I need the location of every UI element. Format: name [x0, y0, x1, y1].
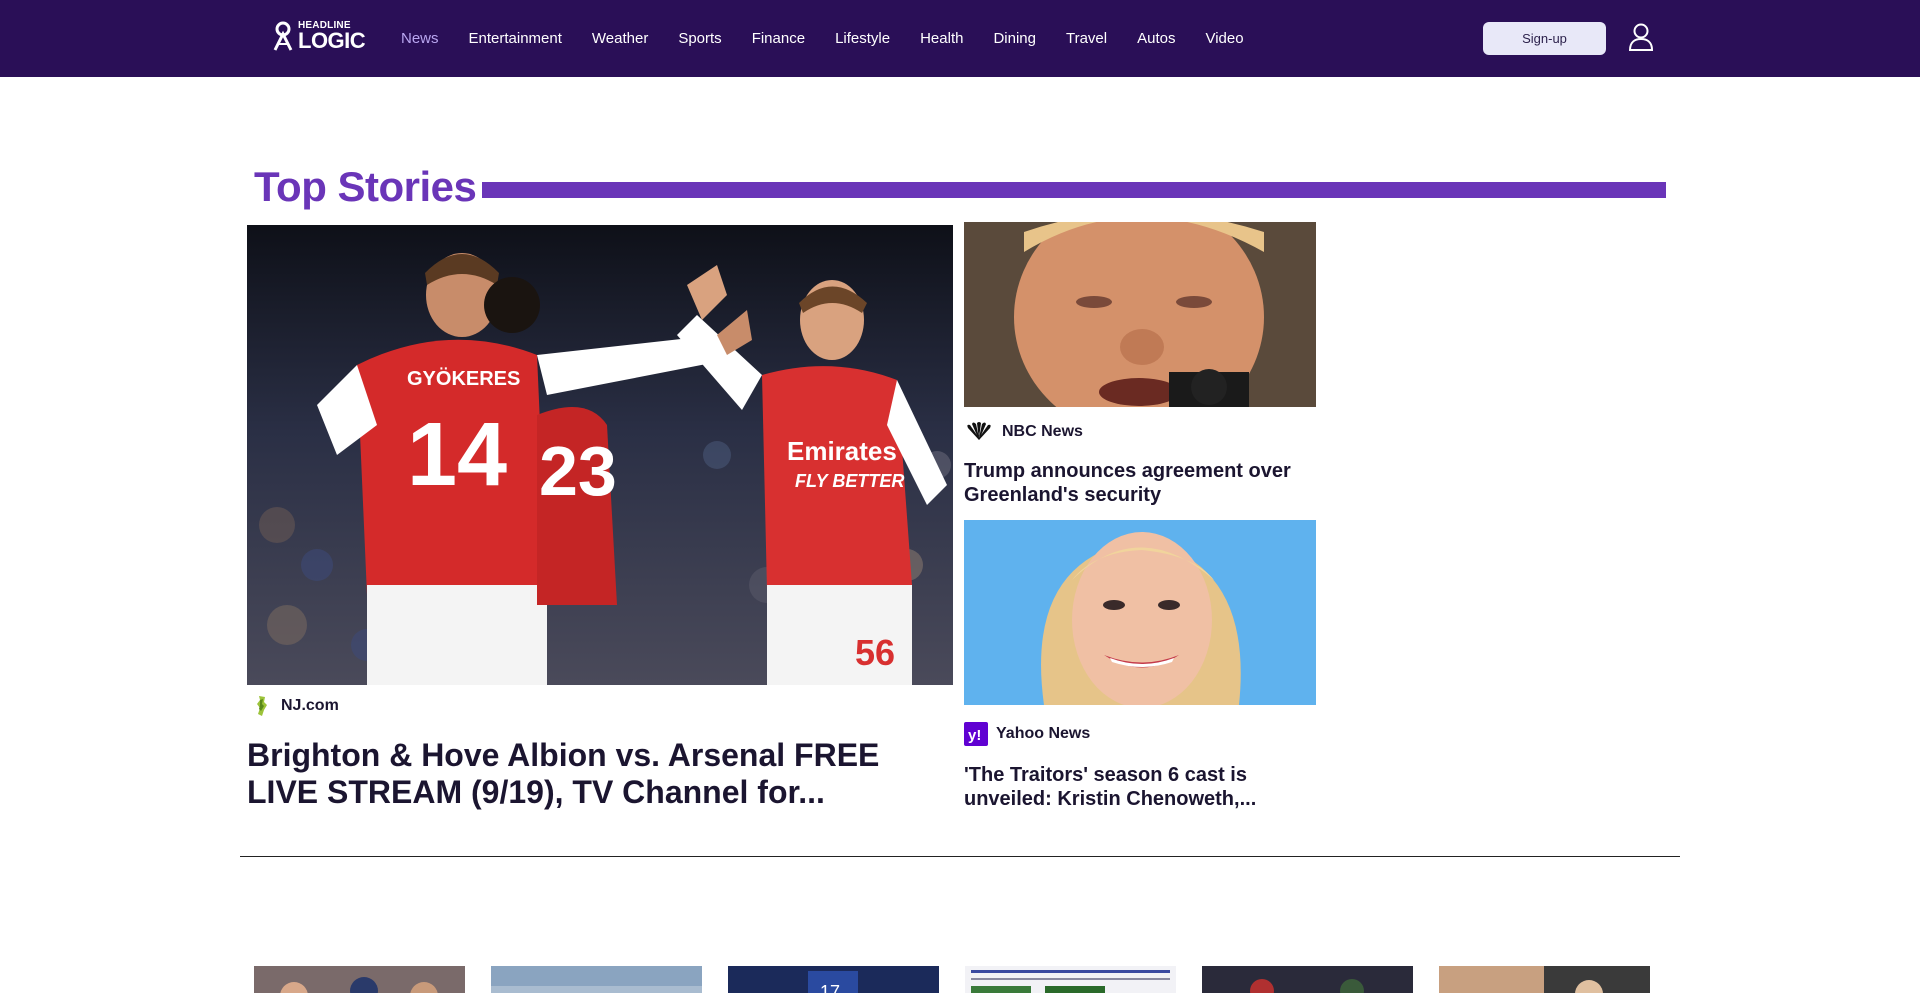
main-story-image[interactable]: GYÖKERES 14 23 Emirates FLY BETTER 56	[247, 225, 953, 685]
user-icon[interactable]	[1628, 22, 1654, 52]
main-story-source[interactable]: NJ.com	[251, 695, 339, 717]
football-thumbnail-image: 17	[728, 966, 939, 993]
yahoo-icon: y!	[964, 722, 988, 746]
side-story-image-2[interactable]	[964, 520, 1316, 705]
thumbnail-6[interactable]	[1439, 966, 1650, 993]
stadium-thumbnail-image	[1202, 966, 1413, 993]
side-story-2-source-name: Yahoo News	[996, 725, 1091, 742]
peacock-icon	[967, 422, 991, 440]
nav-item-travel[interactable]: Travel	[1066, 30, 1107, 47]
side-story-1-source-name: NBC News	[1002, 423, 1083, 440]
section-title: Top Stories	[254, 163, 477, 210]
nav-item-news[interactable]: News	[401, 30, 439, 47]
signup-button[interactable]: Sign-up	[1483, 22, 1606, 55]
portrait-thumbnail-image	[1439, 966, 1650, 993]
logo-wordmark: HEADLINE LOGIC	[298, 20, 366, 53]
side-story-image-1[interactable]	[964, 222, 1316, 407]
main-story-source-name: NJ.com	[281, 697, 339, 714]
nav-item-finance[interactable]: Finance	[752, 30, 805, 47]
main-story-headline[interactable]: Brighton & Hove Albion vs. Arsenal FREE …	[247, 737, 953, 815]
sky-thumbnail-image	[491, 966, 702, 993]
headline-logic-logo[interactable]: HEADLINE LOGIC	[272, 20, 366, 53]
top-navigation-bar: HEADLINE LOGIC News Entertainment Weathe…	[0, 0, 1920, 77]
section-title-bar	[482, 182, 1666, 198]
svg-text:y!: y!	[968, 727, 981, 744]
nav-item-dining[interactable]: Dining	[993, 30, 1036, 47]
more-stories-thumbnails: 17	[254, 966, 1650, 993]
thumbnail-4[interactable]	[965, 966, 1176, 993]
nav-item-lifestyle[interactable]: Lifestyle	[835, 30, 890, 47]
thumbnail-2[interactable]	[491, 966, 702, 993]
nav-item-entertainment[interactable]: Entertainment	[469, 30, 562, 47]
svg-text:56: 56	[855, 632, 895, 673]
crowd-thumbnail-image	[254, 966, 465, 993]
document-thumbnail-image	[965, 966, 1176, 993]
nav-item-sports[interactable]: Sports	[678, 30, 721, 47]
svg-text:23: 23	[539, 432, 617, 510]
logo-line-2: LOGIC	[298, 27, 366, 53]
side-story-2-source[interactable]: y! Yahoo News	[964, 722, 1090, 746]
new-jersey-icon	[257, 696, 267, 716]
thumbnail-1[interactable]	[254, 966, 465, 993]
svg-text:17: 17	[820, 982, 840, 993]
side-story-1-headline[interactable]: Trump announces agreement over Greenland…	[964, 459, 1294, 507]
logo-mark-icon	[273, 21, 293, 51]
soccer-celebration-image: GYÖKERES 14 23 Emirates FLY BETTER 56	[247, 225, 953, 685]
svg-text:14: 14	[407, 405, 507, 505]
svg-text:FLY BETTER: FLY BETTER	[795, 471, 904, 491]
side-story-2-headline[interactable]: 'The Traitors' season 6 cast is unveiled…	[964, 763, 1294, 811]
side-story-1-source[interactable]: NBC News	[964, 422, 1083, 442]
nav-item-autos[interactable]: Autos	[1137, 30, 1175, 47]
thumbnail-5[interactable]	[1202, 966, 1413, 993]
thumbnail-3[interactable]: 17	[728, 966, 939, 993]
nav-item-weather[interactable]: Weather	[592, 30, 648, 47]
politician-portrait-image	[964, 222, 1316, 407]
svg-text:Emirates: Emirates	[787, 436, 897, 466]
main-nav: News Entertainment Weather Sports Financ…	[401, 0, 1274, 77]
nav-item-video[interactable]: Video	[1205, 30, 1243, 47]
svg-text:GYÖKERES: GYÖKERES	[407, 367, 520, 390]
actress-portrait-image	[964, 520, 1316, 705]
section-divider	[240, 856, 1680, 857]
nav-item-health[interactable]: Health	[920, 30, 963, 47]
